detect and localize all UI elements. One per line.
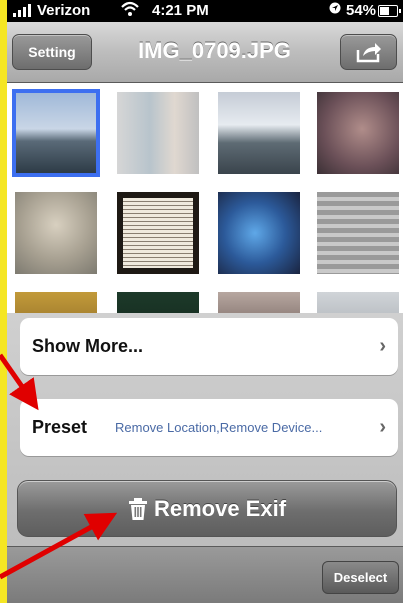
share-button[interactable] xyxy=(340,34,397,70)
chevron-right-icon: › xyxy=(379,416,386,438)
preset-label: Preset xyxy=(32,417,88,437)
photo-thumbnail[interactable] xyxy=(117,92,199,174)
photo-thumbnail[interactable] xyxy=(317,92,399,174)
share-icon xyxy=(356,43,381,63)
preset-value: Remove Location,Remove Device... xyxy=(115,420,323,435)
carrier-name: Verizon xyxy=(37,2,91,19)
page-title: IMG_0709.JPG xyxy=(138,38,291,63)
deselect-button[interactable]: Deselect xyxy=(322,561,399,594)
photo-thumbnail[interactable] xyxy=(117,192,199,274)
remove-exif-button[interactable]: Remove Exif xyxy=(17,480,397,537)
battery-percent: 54% xyxy=(346,2,377,19)
photo-thumbnail[interactable] xyxy=(12,89,100,177)
clock: 4:21 PM xyxy=(152,2,209,19)
trash-icon xyxy=(128,497,147,520)
photo-grid xyxy=(7,83,403,318)
chevron-right-icon: › xyxy=(379,335,386,357)
remove-exif-label: Remove Exif xyxy=(153,495,287,521)
location-icon xyxy=(329,2,341,17)
setting-button[interactable]: Setting xyxy=(12,34,92,70)
photo-thumbnail[interactable] xyxy=(218,92,300,174)
signal-icon xyxy=(13,3,31,17)
battery-icon xyxy=(378,5,401,17)
action-sheet: Show More... › Preset Remove Location,Re… xyxy=(7,313,403,603)
show-more-row[interactable]: Show More... › xyxy=(20,318,398,375)
photo-thumbnail[interactable] xyxy=(15,192,97,274)
photo-thumbnail[interactable] xyxy=(317,192,399,274)
preset-row[interactable]: Preset Remove Location,Remove Device... … xyxy=(20,399,398,456)
show-more-label: Show More... xyxy=(32,336,144,356)
status-bar: Verizon 4:21 PM 54% xyxy=(7,0,403,22)
nav-bar: Setting IMG_0709.JPG xyxy=(7,22,403,83)
wifi-icon xyxy=(120,0,140,23)
phone-screen: Verizon 4:21 PM 54% Setting IMG_0709.JPG xyxy=(7,0,403,603)
photo-thumbnail[interactable] xyxy=(218,192,300,274)
bottom-toolbar: Deselect xyxy=(7,546,403,603)
